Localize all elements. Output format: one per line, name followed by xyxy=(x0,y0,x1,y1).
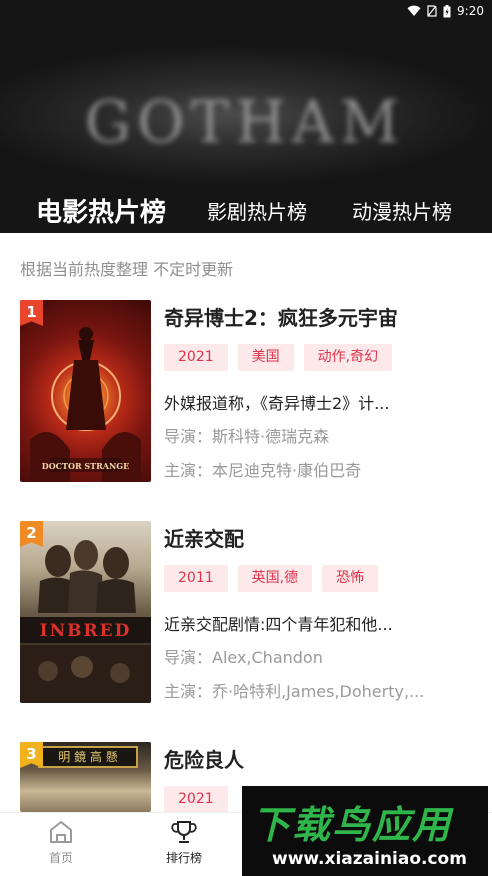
movie-director: 导演：斯科特·德瑞克森 xyxy=(164,427,330,446)
movie-poster[interactable]: INBRED 2 xyxy=(20,521,151,703)
year-tag: 2021 xyxy=(164,786,228,812)
home-icon xyxy=(50,821,72,843)
movie-actors: 主演：本尼迪克特·康伯巴奇 xyxy=(164,461,362,480)
movie-actors: 主演：乔·哈特利,James,Doherty,... xyxy=(164,682,425,701)
region-tag: 美国 xyxy=(237,344,294,371)
year-tag: 2011 xyxy=(164,565,228,592)
nav-home-label: 首页 xyxy=(48,851,73,865)
movie-card[interactable]: DOCTOR STRANGE 1 奇异博士2：疯狂多元宇宙 2021 美国 动作… xyxy=(20,300,480,485)
watermark-url: www.xiazainiao.com xyxy=(272,849,467,869)
nav-ranking-label: 排行榜 xyxy=(165,851,202,865)
movie-director: 导演：Alex,Chandon xyxy=(164,648,323,667)
nav-ranking[interactable]: 排行榜 xyxy=(144,819,224,866)
nav-home[interactable]: 首页 xyxy=(21,819,101,866)
region-tag: 英国,德 xyxy=(237,565,313,592)
movie-title[interactable]: 近亲交配 xyxy=(164,523,244,552)
poster-title-text: INBRED xyxy=(39,621,132,641)
genre-tag: 动作,奇幻 xyxy=(303,344,393,371)
tab-movie-hot[interactable]: 电影热片榜 xyxy=(36,192,166,229)
movie-description: 近亲交配剧情:四个青年犯和他... xyxy=(164,615,393,634)
movie-poster[interactable]: DOCTOR STRANGE 1 xyxy=(20,300,151,482)
poster-title-text: 明 鏡 高 懸 xyxy=(38,746,138,768)
wifi-icon xyxy=(407,5,421,16)
tag-row: 2021 美国 动作,奇幻 xyxy=(164,344,393,371)
poster-title-text: DOCTOR STRANGE xyxy=(41,461,130,471)
watermark-overlay: 下载鸟应用 www.xiazainiao.com xyxy=(242,786,488,876)
status-bar: 9:20 xyxy=(0,0,492,22)
movie-description: 外媒报道称，《奇异博士2》计... xyxy=(164,394,390,413)
movie-poster[interactable]: 明 鏡 高 懸 3 xyxy=(20,742,151,812)
tab-anime-hot[interactable]: 动漫热片榜 xyxy=(352,196,452,225)
watermark-title: 下载鸟应用 xyxy=(252,803,453,847)
genre-tag: 恐怖 xyxy=(322,565,379,592)
movie-card[interactable]: INBRED 2 近亲交配 2011 英国,德 恐怖 近亲交配剧情:四个青年犯和… xyxy=(20,521,480,706)
tag-row: 2011 英国,德 恐怖 xyxy=(164,565,379,592)
list-subtitle: 根据当前热度整理 不定时更新 xyxy=(20,260,234,279)
status-time: 9:20 xyxy=(457,4,484,18)
rank-badge: 3 xyxy=(20,742,43,768)
no-sim-icon xyxy=(427,5,437,17)
header-banner: GOTHAM 9:20 电影热片榜 影剧热片榜 动漫热片榜 xyxy=(0,0,492,233)
category-tabs: 电影热片榜 影剧热片榜 动漫热片榜 xyxy=(0,186,492,232)
battery-icon xyxy=(443,4,451,17)
year-tag: 2021 xyxy=(164,344,228,371)
trophy-icon xyxy=(171,821,197,843)
movie-title[interactable]: 奇异博士2：疯狂多元宇宙 xyxy=(164,302,398,331)
banner-background-title: GOTHAM xyxy=(84,88,406,156)
tag-row: 2021 xyxy=(164,786,228,812)
poster-art xyxy=(20,540,151,703)
poster-art xyxy=(30,327,141,482)
movie-title[interactable]: 危险良人 xyxy=(164,744,244,773)
tab-drama-hot[interactable]: 影剧热片榜 xyxy=(207,196,307,225)
